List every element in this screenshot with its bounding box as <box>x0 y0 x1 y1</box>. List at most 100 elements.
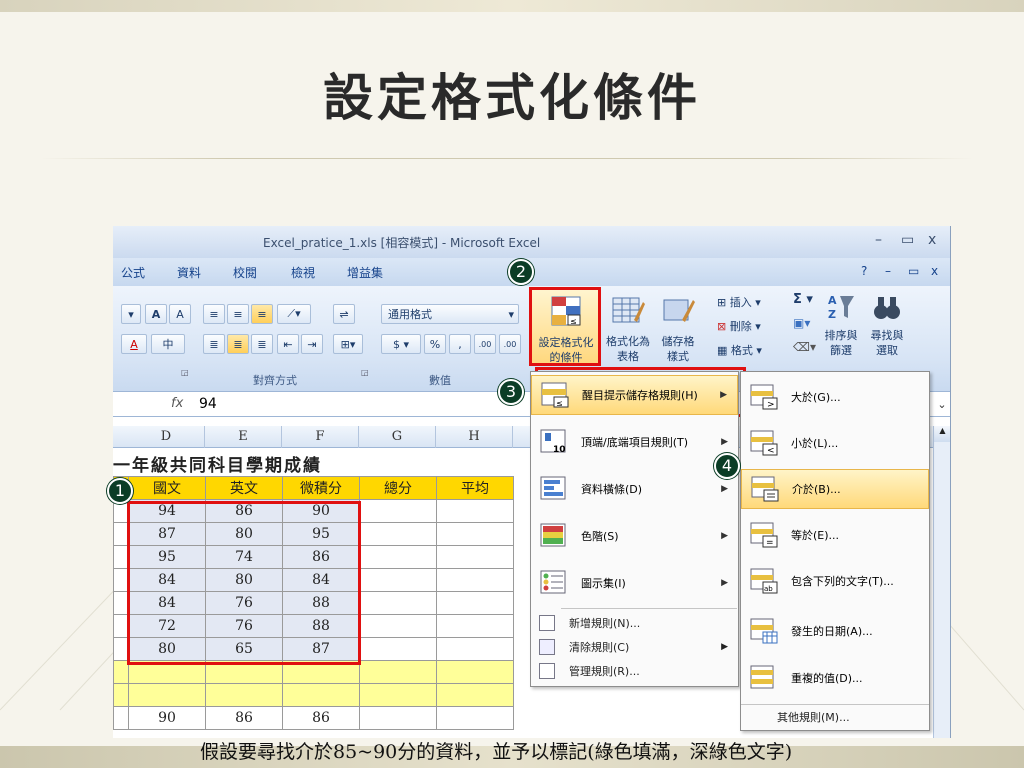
clear-button[interactable]: ⌫▾ <box>793 340 816 354</box>
table-cell[interactable] <box>128 683 206 707</box>
table-cell[interactable] <box>436 522 514 546</box>
table-cell[interactable] <box>359 591 437 615</box>
format-as-table-button[interactable]: 格式化為 表格 <box>603 288 653 366</box>
decrease-indent-button[interactable]: ⇤ <box>277 334 299 354</box>
alignment-dialog-launcher[interactable]: ◲ <box>361 368 369 377</box>
menu-item-less-than[interactable]: < 小於(L)... <box>741 423 929 463</box>
menu-item-text-contains[interactable]: ab 包含下列的文字(T)... <box>741 561 929 601</box>
table-cell[interactable] <box>205 683 283 707</box>
table-cell[interactable] <box>436 637 514 661</box>
align-center-button[interactable]: ≣ <box>227 334 249 354</box>
menu-item-date-occurring[interactable]: 發生的日期(A)... <box>741 611 929 651</box>
column-header-d[interactable]: D <box>128 426 205 448</box>
tab-review[interactable]: 校閱 <box>233 264 257 281</box>
align-right-button[interactable]: ≣ <box>251 334 273 354</box>
table-cell[interactable] <box>436 683 514 707</box>
menu-item-data-bars[interactable]: 資料橫條(D) ▶ <box>531 469 738 509</box>
font-color-button[interactable]: A <box>121 334 147 354</box>
tab-view[interactable]: 檢視 <box>291 264 315 281</box>
merge-center-button[interactable]: ⊞▾ <box>333 334 363 354</box>
table-cell[interactable] <box>436 614 514 638</box>
menu-item-top-bottom-rules[interactable]: 10 頂端/底端項目規則(T) ▶ <box>531 422 738 462</box>
sort-filter-button[interactable]: A Z 排序與 篩選 <box>821 288 861 368</box>
menu-item-duplicate-values[interactable]: 重複的值(D)... <box>741 658 929 698</box>
menu-item-clear-rules[interactable]: 清除規則(C) ▶ <box>531 636 738 658</box>
table-cell[interactable]: 90 <box>128 706 206 730</box>
menu-item-highlight-cells-rules[interactable]: ≤ 醒目提示儲存格規則(H) ▶ <box>531 375 738 415</box>
orientation-button[interactable]: ⟋▾ <box>277 304 311 324</box>
shrink-font-button[interactable]: A <box>169 304 191 324</box>
menu-item-icon-sets[interactable]: 圖示集(I) ▶ <box>531 563 738 603</box>
table-cell[interactable] <box>436 706 514 730</box>
vertical-scrollbar[interactable]: ▲ <box>933 426 950 738</box>
menu-item-new-rule[interactable]: 新增規則(N)... <box>531 612 738 634</box>
delete-cells-button[interactable]: ⊠ 刪除 ▾ <box>717 318 761 334</box>
insert-function-icon[interactable]: fx <box>171 396 183 411</box>
table-cell[interactable] <box>359 499 437 523</box>
font-dialog-launcher[interactable]: ◲ <box>181 368 189 377</box>
align-left-button[interactable]: ≣ <box>203 334 225 354</box>
table-cell[interactable]: 86 <box>282 706 360 730</box>
table-cell[interactable] <box>359 614 437 638</box>
fill-button[interactable]: ▣▾ <box>793 316 810 330</box>
tab-addins[interactable]: 增益集 <box>347 264 383 281</box>
ribbon-close-button[interactable]: x <box>931 264 938 278</box>
currency-button[interactable]: $ ▾ <box>381 334 421 354</box>
menu-item-color-scales[interactable]: 色階(S) ▶ <box>531 516 738 556</box>
align-middle-button[interactable]: ≡ <box>227 304 249 324</box>
ribbon-minimize-button[interactable]: – <box>885 264 891 278</box>
menu-item-equal-to[interactable]: = 等於(E)... <box>741 515 929 555</box>
scroll-up-icon[interactable]: ▲ <box>934 426 950 442</box>
table-cell[interactable] <box>436 545 514 569</box>
wrap-text-button[interactable]: ⇌ <box>333 304 355 324</box>
comma-button[interactable]: , <box>449 334 471 354</box>
phonetic-button[interactable]: 中 <box>151 334 185 354</box>
header-chinese[interactable]: 國文 <box>128 476 206 500</box>
table-cell[interactable] <box>359 568 437 592</box>
tab-data[interactable]: 資料 <box>177 264 201 281</box>
increase-indent-button[interactable]: ⇥ <box>301 334 323 354</box>
column-header-e[interactable]: E <box>205 426 282 448</box>
table-cell[interactable] <box>436 499 514 523</box>
header-english[interactable]: 英文 <box>205 476 283 500</box>
header-total[interactable]: 總分 <box>359 476 437 500</box>
find-select-button[interactable]: 尋找與 選取 <box>865 288 909 368</box>
percent-button[interactable]: % <box>424 334 446 354</box>
font-size-dropdown[interactable]: ▾ <box>121 304 141 324</box>
header-average[interactable]: 平均 <box>436 476 514 500</box>
expand-formula-bar-icon[interactable]: ⌄ <box>933 398 950 416</box>
decrease-decimal-button[interactable]: .00 <box>499 334 521 354</box>
ribbon-restore-button[interactable]: ▭ <box>908 264 919 278</box>
table-cell[interactable] <box>436 591 514 615</box>
menu-item-greater-than[interactable]: > 大於(G)... <box>741 377 929 417</box>
maximize-button[interactable]: ▭ <box>901 232 914 248</box>
autosum-button[interactable]: Σ ▾ <box>793 292 813 307</box>
column-header-g[interactable]: G <box>359 426 436 448</box>
table-cell[interactable] <box>359 683 437 707</box>
table-cell[interactable] <box>436 568 514 592</box>
column-header-h[interactable]: H <box>436 426 513 448</box>
table-cell[interactable] <box>359 637 437 661</box>
menu-item-between[interactable]: 介於(B)... <box>741 469 929 509</box>
number-format-dropdown[interactable]: 通用格式 ▾ <box>381 304 519 324</box>
header-calculus[interactable]: 微積分 <box>282 476 360 500</box>
menu-item-manage-rules[interactable]: 管理規則(R)... <box>531 660 738 682</box>
table-cell[interactable] <box>359 660 437 684</box>
table-cell[interactable] <box>359 545 437 569</box>
align-top-button[interactable]: ≡ <box>203 304 225 324</box>
menu-item-more-rules[interactable]: 其他規則(M)... <box>741 706 929 728</box>
table-cell[interactable] <box>359 522 437 546</box>
insert-cells-button[interactable]: ⊞ 插入 ▾ <box>717 294 761 310</box>
tab-formulas[interactable]: 公式 <box>121 264 145 281</box>
help-icon[interactable]: ? <box>861 264 867 278</box>
table-cell[interactable] <box>436 660 514 684</box>
table-cell[interactable] <box>282 683 360 707</box>
table-cell[interactable] <box>359 706 437 730</box>
column-header-f[interactable]: F <box>282 426 359 448</box>
format-cells-button[interactable]: ▦ 格式 ▾ <box>717 342 762 358</box>
cell-styles-button[interactable]: 儲存格 樣式 <box>653 288 703 366</box>
align-bottom-button[interactable]: ≡ <box>251 304 273 324</box>
formula-input[interactable]: 94 <box>199 396 217 412</box>
close-button[interactable]: x <box>928 232 936 248</box>
increase-decimal-button[interactable]: .00 <box>474 334 496 354</box>
